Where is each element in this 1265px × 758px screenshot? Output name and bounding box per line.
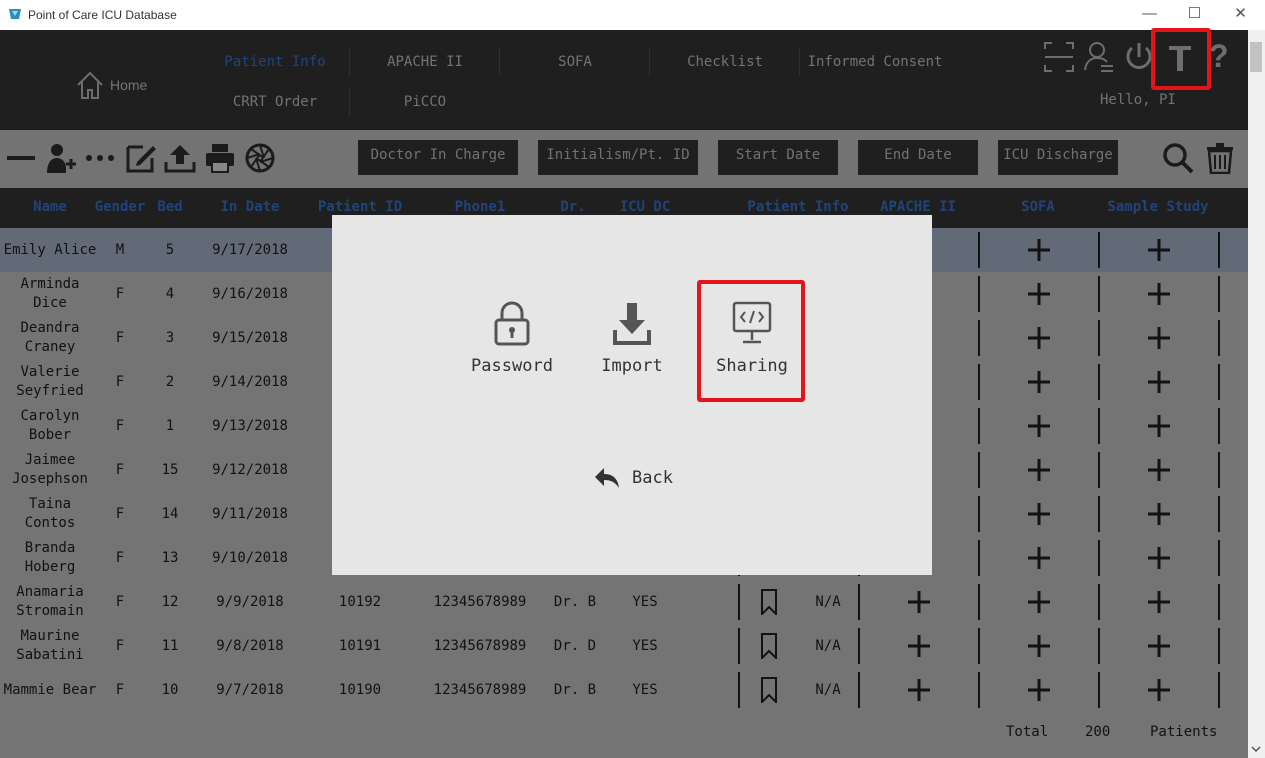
scrollbar-thumb[interactable]: [1250, 42, 1262, 72]
maximize-button[interactable]: ☐: [1172, 0, 1217, 30]
settings-dialog: Password Import Sharing Back: [332, 215, 932, 575]
import-label: Import: [601, 356, 663, 376]
window-title: Point of Care ICU Database: [28, 8, 177, 22]
app-logo-icon: [9, 9, 21, 19]
title-bar: Point of Care ICU Database — ☐ ✕: [0, 0, 1265, 30]
back-button[interactable]: Back: [594, 467, 673, 489]
back-label: Back: [632, 468, 673, 488]
import-option[interactable]: Import: [582, 300, 682, 376]
download-icon: [613, 303, 651, 345]
vertical-scrollbar[interactable]: [1248, 30, 1265, 758]
tools-highlight: [1151, 28, 1211, 90]
password-option[interactable]: Password: [462, 300, 562, 376]
close-button[interactable]: ✕: [1218, 0, 1263, 30]
sharing-highlight: [697, 280, 805, 402]
back-arrow-icon: [595, 468, 619, 488]
minimize-button[interactable]: —: [1127, 0, 1172, 30]
lock-icon: [494, 301, 530, 346]
password-label: Password: [471, 356, 553, 376]
scroll-down-arrow-icon[interactable]: [1250, 744, 1262, 754]
